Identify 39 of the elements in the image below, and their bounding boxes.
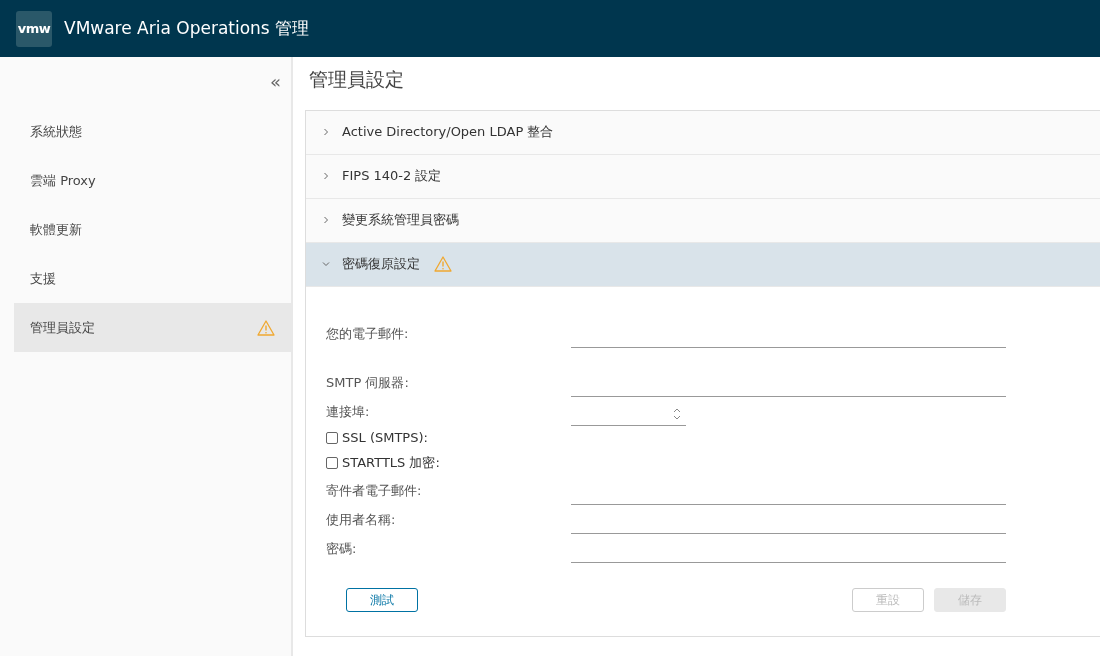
test-button[interactable]: 測試 bbox=[346, 587, 418, 612]
field-label: 密碼: bbox=[326, 540, 358, 558]
checkbox-label: SSL (SMTPS): bbox=[342, 429, 428, 448]
sidebar-item[interactable]: 軟體更新 bbox=[14, 205, 291, 254]
reset-button: 重設 bbox=[852, 587, 924, 612]
sidebar-item-label: 系統狀態 bbox=[30, 122, 82, 141]
field-label: SMTP 伺服器: bbox=[326, 374, 410, 392]
accordion-header[interactable]: 密碼復原設定 bbox=[306, 242, 1100, 287]
chevron-icon bbox=[322, 172, 330, 180]
sidebar-item-label: 軟體更新 bbox=[30, 220, 82, 239]
checkbox-label: STARTTLS 加密: bbox=[342, 454, 440, 473]
field-label: 您的電子郵件: bbox=[326, 325, 410, 343]
app-title: VMware Aria Operations 管理 bbox=[64, 16, 310, 40]
section-title: 密碼復原設定 bbox=[342, 255, 420, 274]
sidebar-item[interactable]: 支援 bbox=[14, 254, 291, 303]
accordion-header[interactable]: FIPS 140-2 設定 bbox=[306, 154, 1100, 199]
section-title: 變更系統管理員密碼 bbox=[342, 211, 459, 230]
sidebar-item[interactable]: 雲端 Proxy bbox=[14, 156, 291, 205]
field-label: 連接埠: bbox=[326, 403, 371, 421]
accordion-header[interactable]: Active Directory/Open LDAP 整合 bbox=[306, 110, 1100, 155]
checkbox[interactable] bbox=[326, 432, 338, 444]
section-title: FIPS 140-2 設定 bbox=[342, 167, 442, 186]
sidebar-item[interactable]: 管理員設定 bbox=[14, 303, 291, 352]
field-label: 使用者名稱: bbox=[326, 511, 397, 529]
spinner-icon[interactable] bbox=[672, 406, 682, 422]
checkbox[interactable] bbox=[326, 457, 338, 469]
sidebar-item[interactable]: 系統狀態 bbox=[14, 107, 291, 156]
accordion-header[interactable]: 變更系統管理員密碼 bbox=[306, 198, 1100, 243]
page-title: 管理員設定 bbox=[309, 68, 404, 90]
logo: vmw bbox=[16, 10, 52, 47]
sidebar-item-label: 支援 bbox=[30, 269, 56, 288]
collapse-button[interactable]: « bbox=[260, 73, 291, 91]
chevron-icon bbox=[322, 260, 330, 268]
sidebar-item-label: 管理員設定 bbox=[30, 318, 95, 337]
chevron-icon bbox=[322, 128, 330, 136]
field-label: 寄件者電子郵件: bbox=[326, 482, 423, 500]
sidebar-item-label: 雲端 Proxy bbox=[30, 171, 96, 190]
chevron-icon bbox=[322, 216, 330, 224]
section-title: Active Directory/Open LDAP 整合 bbox=[342, 123, 554, 142]
